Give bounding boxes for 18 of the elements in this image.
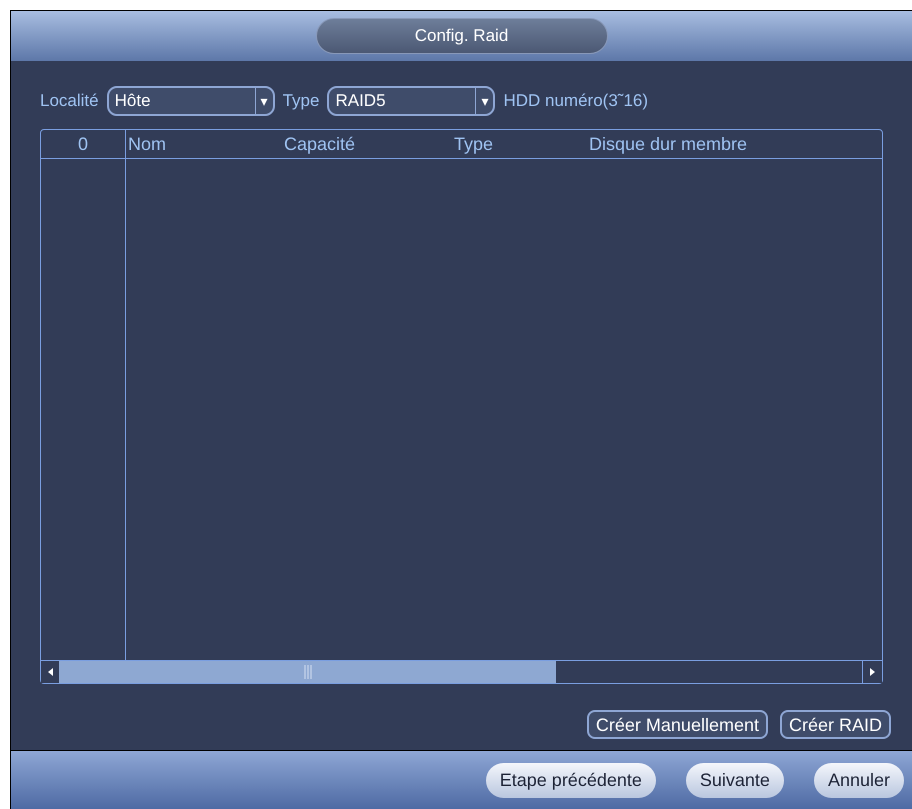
action-button[interactable]: Créer RAID bbox=[780, 710, 891, 739]
column-header[interactable]: 0 bbox=[78, 130, 88, 158]
footer-button[interactable]: Suivante bbox=[686, 762, 784, 798]
column-header[interactable]: Type bbox=[454, 130, 494, 158]
field-label: Type bbox=[282, 90, 320, 112]
footer-button[interactable]: Etape précédente bbox=[486, 762, 656, 798]
action-button[interactable]: Créer Manuellement bbox=[586, 710, 768, 739]
dropdown[interactable]: RAID5 ▾ bbox=[327, 86, 496, 116]
scrollbar-thumb[interactable] bbox=[59, 661, 556, 683]
footer-button[interactable]: Annuler bbox=[814, 762, 904, 798]
column-header[interactable]: Capacité bbox=[284, 130, 356, 158]
hint-text: HDD numéro(3˜16) bbox=[503, 90, 648, 112]
column-header[interactable]: Disque dur membre bbox=[589, 130, 748, 158]
field-label: Localité bbox=[40, 90, 99, 112]
window-title: Config. Raid bbox=[316, 18, 608, 54]
dropdown[interactable]: Hôte ▾ bbox=[106, 86, 275, 116]
column-header[interactable]: Nom bbox=[128, 130, 166, 158]
horizontal-scrollbar[interactable] bbox=[41, 660, 882, 683]
